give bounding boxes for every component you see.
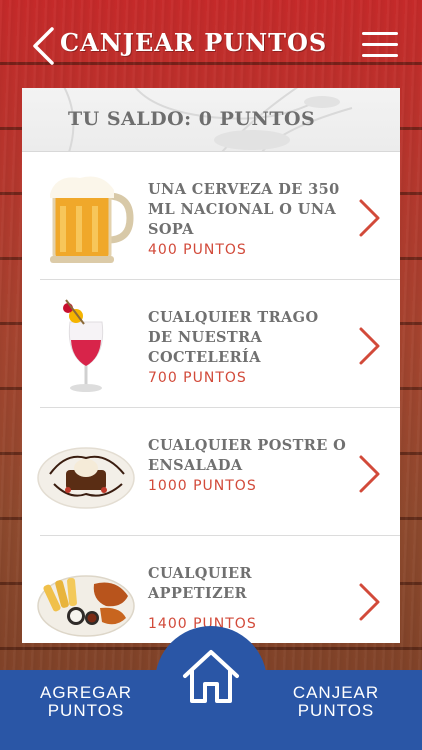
chevron-left-icon <box>33 27 54 65</box>
chevron-right-icon[interactable] <box>357 582 383 622</box>
dessert-image <box>37 447 135 509</box>
page-title: CANJEAR PUNTOS <box>60 28 328 57</box>
chevron-right-icon[interactable] <box>357 326 383 366</box>
reward-points: 1000 PUNTOS <box>148 478 257 494</box>
back-button[interactable] <box>30 26 56 66</box>
reward-points: 1400 PUNTOS <box>148 616 257 632</box>
chevron-right-icon[interactable] <box>357 198 383 238</box>
chevron-right-icon[interactable] <box>357 454 383 494</box>
home-button[interactable] <box>155 626 267 750</box>
reward-name: CUALQUIER APPETIZER <box>148 565 252 602</box>
reward-points: 700 PUNTOS <box>148 370 247 386</box>
header-bar: CANJEAR PUNTOS <box>0 0 422 88</box>
reward-item-beer[interactable]: UNA CERVEZA DE 350 ML NACIONAL O UNA SOP… <box>40 152 400 280</box>
balance-text: TU SALDO: 0 PUNTOS <box>68 108 316 130</box>
reward-points: 400 PUNTOS <box>148 242 247 258</box>
reward-text: UNA CERVEZA DE 350 ML NACIONAL O UNA SOP… <box>148 180 348 260</box>
rewards-card: TU SALDO: 0 PUNTOS UNA CERVEZA DE 350 ML… <box>22 88 400 643</box>
appetizer-platter-image <box>37 575 135 637</box>
reward-item-dessert[interactable]: CUALQUIER POSTRE O ENSALADA 1000 PUNTOS <box>37 408 400 536</box>
beer-mug-image <box>50 176 134 263</box>
reward-text: CUALQUIER POSTRE O ENSALADA 1000 PUNTOS <box>148 436 348 496</box>
hamburger-menu-icon <box>362 32 398 35</box>
home-icon <box>183 650 239 703</box>
cocktail-image <box>63 299 104 392</box>
balance-banner: TU SALDO: 0 PUNTOS <box>22 88 400 152</box>
reward-text: CUALQUIER TRAGO DE NUESTRA COCTELERÍA 70… <box>148 308 348 388</box>
reward-name: CUALQUIER POSTRE O ENSALADA <box>148 437 347 474</box>
add-points-tab[interactable]: AGREGAR PUNTOS <box>16 684 156 720</box>
reward-item-cocktail[interactable]: CUALQUIER TRAGO DE NUESTRA COCTELERÍA 70… <box>40 280 400 408</box>
reward-text: CUALQUIER APPETIZER 1400 PUNTOS <box>148 564 348 634</box>
redeem-points-tab[interactable]: CANJEAR PUNTOS <box>266 684 406 720</box>
reward-name: CUALQUIER TRAGO DE NUESTRA COCTELERÍA <box>148 309 319 366</box>
menu-button[interactable] <box>362 32 398 58</box>
reward-name: UNA CERVEZA DE 350 ML NACIONAL O UNA SOP… <box>148 181 340 238</box>
